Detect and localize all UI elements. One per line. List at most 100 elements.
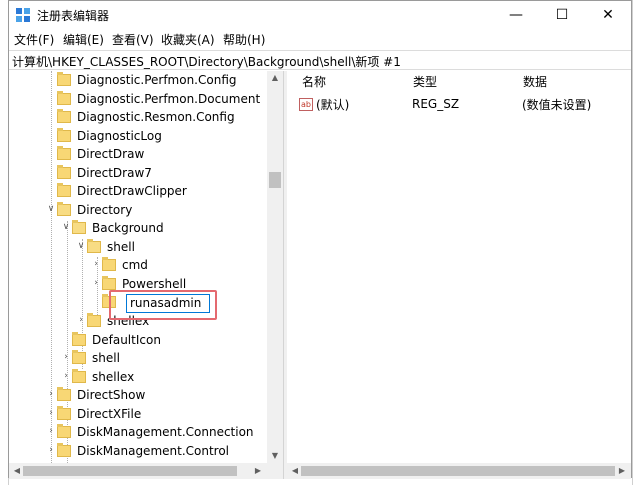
scroll-right-icon[interactable]: ▶ [251,466,265,475]
tree-item-label: DirectXFile [77,407,142,421]
scroll-left-icon[interactable]: ◀ [10,466,24,475]
collapse-chevron-icon[interactable]: ∨ [61,222,71,232]
regedit-window: 注册表编辑器 — ☐ ✕ 文件(F) 编辑(E) 查看(V) 收藏夹(A) 帮助… [8,0,632,479]
address-bar[interactable]: 计算机\HKEY_CLASSES_ROOT\Directory\Backgrou… [9,50,631,70]
expand-chevron-icon[interactable]: › [61,352,71,362]
menu-view[interactable]: 查看(V) [112,31,154,48]
tree-item-label: Diagnostic.Resmon.Config [77,110,235,124]
tree-item[interactable]: Diagnostic.Resmon.Config [57,108,235,126]
expand-chevron-icon[interactable]: › [91,278,101,288]
tree-item-label: shellex [92,370,135,384]
tree-item-label: DirectShow [77,388,146,402]
tree-item[interactable]: DirectDraw [57,145,144,163]
tree-item-shell-2[interactable]: shell [72,349,120,367]
column-header-name[interactable]: 名称 [302,73,326,90]
menu-edit[interactable]: 编辑(E) [63,31,104,48]
folder-open-icon [87,239,101,253]
expand-chevron-icon[interactable]: › [46,445,56,455]
rename-key-input[interactable]: runasadmin [126,294,210,313]
background-window-edge-right [632,0,640,485]
minimize-button[interactable]: — [493,1,539,29]
folder-icon [102,276,116,290]
tree-item-shellex-2[interactable]: shellex [72,368,134,386]
tree-item-label: DirectDraw [77,147,145,161]
values-list: 名称 类型 数据 ab (默认) REG_SZ (数值未设置) [287,71,631,463]
address-path: 计算机\HKEY_CLASSES_ROOT\Directory\Backgrou… [12,55,401,69]
menu-favorites[interactable]: 收藏夹(A) [161,31,215,48]
folder-icon [102,257,116,271]
folder-icon [57,128,71,142]
value-type: REG_SZ [412,97,460,111]
folder-icon [57,72,71,86]
value-row[interactable]: ab (默认) REG_SZ (数值未设置) [299,95,629,113]
tree-guide-line [51,71,52,463]
folder-icon [57,406,71,420]
folder-open-icon [72,220,86,234]
expand-chevron-icon[interactable]: › [91,259,101,269]
tree-item-label: DiagnosticLog [77,129,162,143]
minimize-icon: — [509,7,523,23]
expand-chevron-icon[interactable]: › [46,408,56,418]
close-button[interactable]: ✕ [585,1,631,29]
folder-icon [72,332,86,346]
window-title: 注册表编辑器 [37,9,110,23]
folder-icon [72,369,86,383]
tree-item[interactable]: Diagnostic.Perfmon.Document [57,90,260,108]
title-bar[interactable]: 注册表编辑器 — ☐ ✕ [9,1,631,29]
expand-chevron-icon[interactable]: › [46,389,56,399]
tree-item[interactable]: DirectXFile [57,405,141,423]
tree-vertical-scroll-thumb[interactable] [269,172,281,188]
folder-icon [57,387,71,401]
expand-chevron-icon[interactable]: › [46,426,56,436]
tree-item-shell[interactable]: shell [87,238,135,256]
folder-icon [57,91,71,105]
tree-item[interactable]: DiagnosticLog [57,127,162,145]
folder-icon [57,165,71,179]
tree-vertical-scrollbar[interactable]: ▲ ▼ [267,71,283,463]
tree-item-label: Diagnostic.Perfmon.Document [77,92,261,106]
tree-item-defaulticon[interactable]: DefaultIcon [72,331,161,349]
expand-chevron-icon[interactable]: › [76,315,86,325]
key-tree: Diagnostic.Perfmon.Config Diagnostic.Per… [9,71,283,463]
tree-item-label: DirectDraw7 [77,166,152,180]
scroll-up-icon[interactable]: ▲ [268,73,282,82]
tree-horizontal-scroll-thumb[interactable] [23,466,237,476]
menu-help[interactable]: 帮助(H) [223,31,265,48]
tree-item[interactable]: DiskManagement.Control [57,442,229,460]
folder-open-icon [57,202,71,216]
expand-chevron-icon[interactable]: › [61,371,71,381]
scroll-right-icon[interactable]: ▶ [615,466,629,475]
collapse-chevron-icon[interactable]: ∨ [46,204,56,214]
folder-icon [57,146,71,160]
folder-icon [87,313,101,327]
tree-item-label: Diagnostic.Perfmon.Config [77,73,237,87]
tree-item-label: DirectDrawClipper [77,184,187,198]
tree-item-label: Directory [77,203,133,217]
tree-item[interactable]: Diagnostic.Perfmon.Config [57,71,237,89]
tree-item-label: shell [107,240,135,254]
column-header-type[interactable]: 类型 [413,73,437,90]
folder-icon [72,350,86,364]
folder-icon [57,424,71,438]
value-name: (默认) [316,97,350,112]
tree-item[interactable]: DirectDrawClipper [57,182,187,200]
scroll-down-icon[interactable]: ▼ [268,451,282,460]
column-header-data[interactable]: 数据 [523,73,547,90]
values-horizontal-scroll-thumb[interactable] [301,466,615,476]
string-value-icon: ab [299,97,313,111]
tree-item-background[interactable]: Background [72,219,164,237]
tree-item-directory[interactable]: Directory [57,201,132,219]
tree-item[interactable]: DirectDraw7 [57,164,152,182]
folder-icon [57,183,71,197]
menu-file[interactable]: 文件(F) [14,31,54,48]
maximize-button[interactable]: ☐ [539,1,585,29]
tree-item[interactable]: DiskManagement.Connection [57,423,254,441]
tree-item-cmd[interactable]: cmd [102,256,148,274]
menu-bar: 文件(F) 编辑(E) 查看(V) 收藏夹(A) 帮助(H) [9,29,631,49]
scroll-left-icon[interactable]: ◀ [288,466,302,475]
folder-icon [57,109,71,123]
regedit-app-icon [16,8,30,22]
maximize-icon: ☐ [555,7,569,23]
tree-item[interactable]: DirectShow [57,386,145,404]
collapse-chevron-icon[interactable]: ∨ [76,241,86,251]
